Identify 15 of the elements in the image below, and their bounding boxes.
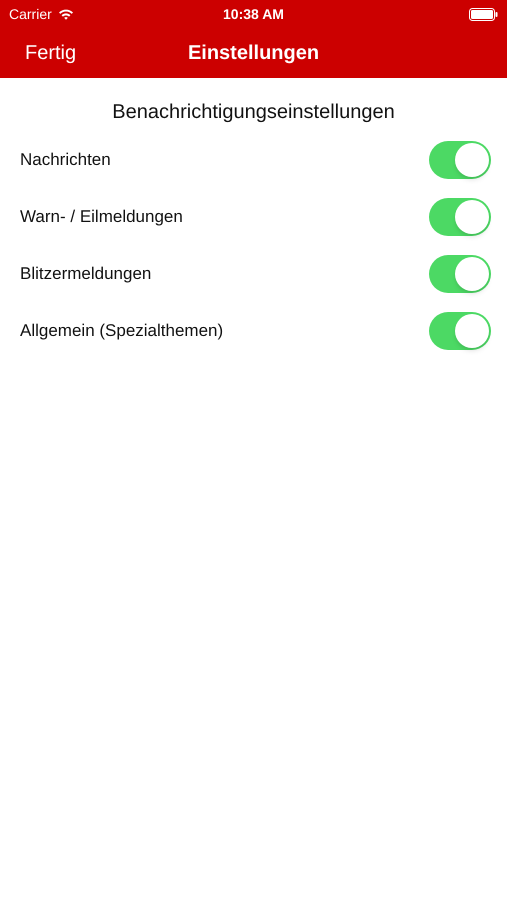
section-title: Benachrichtigungseinstellungen — [111, 100, 396, 125]
battery-icon — [469, 8, 498, 20]
done-button[interactable]: Fertig — [25, 38, 76, 68]
setting-label: Nachrichten — [20, 148, 111, 171]
toggle-switch[interactable] — [429, 312, 491, 350]
nav-title: Einstellungen — [188, 41, 320, 66]
toggle-switch[interactable] — [429, 140, 491, 178]
clock-text: 10:38 AM — [223, 4, 284, 24]
setting-label: Allgemein (Spezialthemen) — [20, 320, 224, 342]
wifi-icon — [58, 8, 74, 20]
setting-label: Blitzermeldungen — [20, 262, 152, 285]
setting-label: Warn- / Eilmeldungen — [20, 206, 183, 228]
toggle-switch[interactable] — [429, 254, 491, 292]
toggle-switch[interactable] — [429, 198, 491, 236]
carrier-text: Carrier — [9, 4, 52, 24]
